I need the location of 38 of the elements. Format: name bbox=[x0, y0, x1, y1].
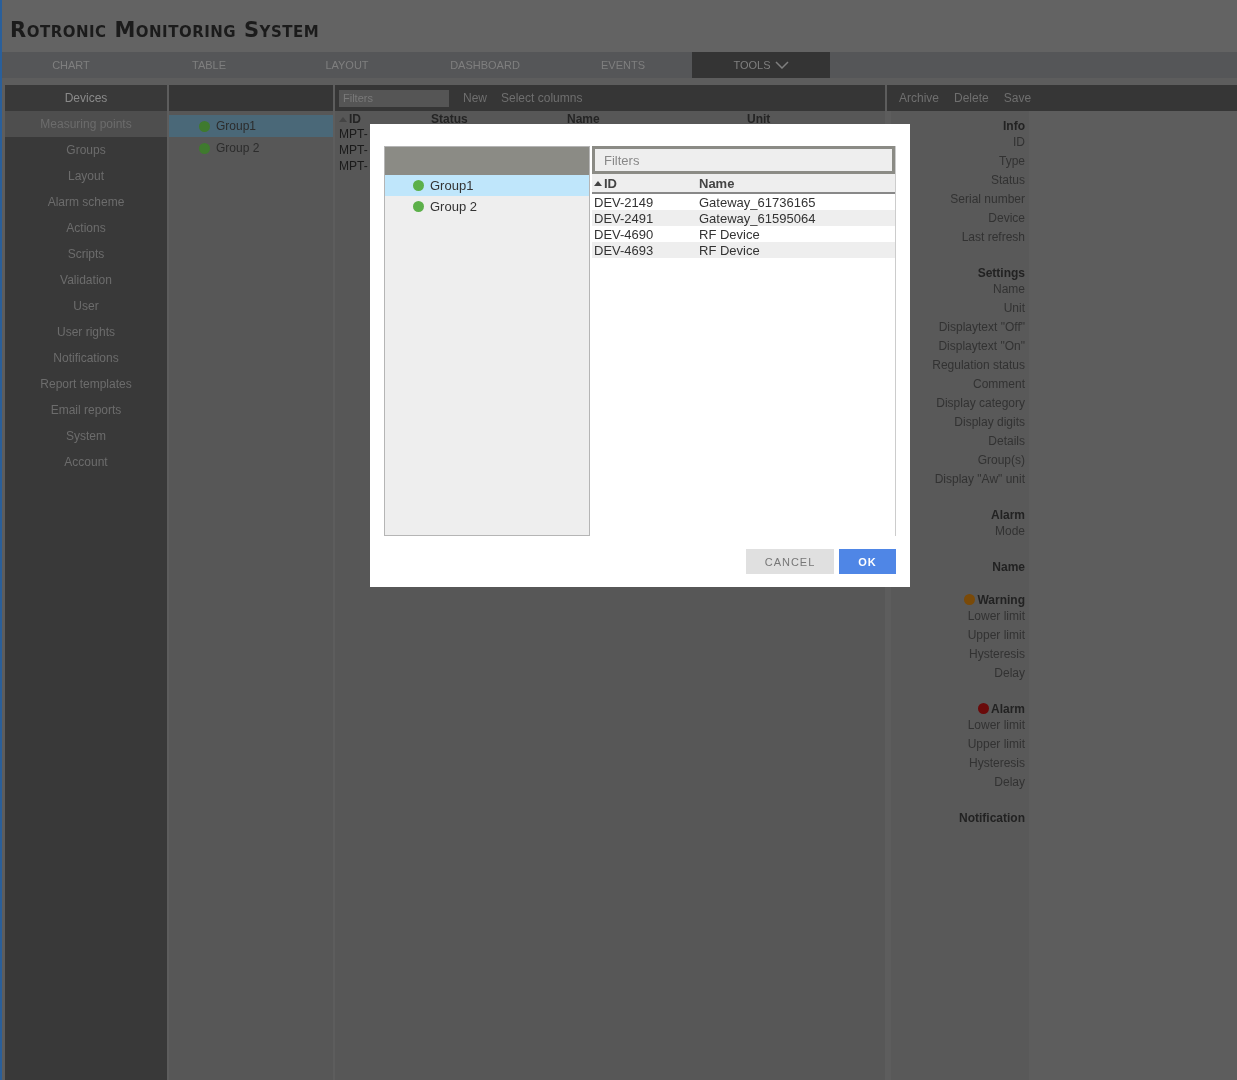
group-label: Group1 bbox=[216, 119, 257, 133]
table-cell: MPT- bbox=[339, 127, 368, 143]
cancel-button[interactable]: CANCEL bbox=[746, 549, 834, 574]
section-title: Warning bbox=[977, 592, 1025, 607]
toolbar-link[interactable]: Delete bbox=[954, 91, 989, 105]
sort-arrow-icon bbox=[594, 180, 602, 186]
nav-tab[interactable]: TOOLS bbox=[692, 52, 830, 78]
toolbar-link[interactable]: Save bbox=[1003, 91, 1032, 105]
table-cell-text: DEV-4693 bbox=[594, 242, 655, 258]
toolbar-link[interactable]: Select columns bbox=[501, 91, 583, 105]
table-cell-text: DEV-2149 bbox=[594, 194, 655, 210]
filter-field[interactable]: Filters bbox=[595, 149, 892, 171]
toolbar-link[interactable]: Archive bbox=[899, 91, 939, 105]
chevron-down-icon bbox=[774, 61, 789, 69]
table-cell-text: DEV-4690 bbox=[594, 226, 655, 242]
section-title: Notification bbox=[959, 810, 1025, 825]
table-cell-text: RF Device bbox=[699, 226, 761, 242]
group-label: Group 2 bbox=[430, 199, 477, 214]
section-title: Name bbox=[992, 559, 1025, 574]
table-cell-text: RF Device bbox=[699, 242, 761, 258]
section-title: Alarm bbox=[991, 507, 1025, 522]
group-label: Group1 bbox=[430, 178, 474, 193]
tree-item[interactable]: Group 2 bbox=[385, 196, 589, 217]
app-title: Rotronic Monitoring System bbox=[10, 18, 320, 42]
ok-button[interactable]: OK bbox=[839, 549, 896, 574]
table-cell: MPT- bbox=[339, 143, 368, 159]
group-item[interactable]: Group1 bbox=[169, 115, 333, 137]
tree-item[interactable]: Group1 bbox=[385, 175, 589, 196]
section-title: Settings bbox=[977, 265, 1025, 280]
table-cell-text: Gateway_61736165 bbox=[699, 194, 817, 210]
table-cell-text: DEV-2491 bbox=[594, 210, 655, 226]
toolbar-link[interactable]: New bbox=[463, 91, 487, 105]
section-title: Alarm bbox=[991, 701, 1025, 716]
sidebar-heading: Devices bbox=[63, 90, 109, 107]
column-header[interactable]: Name bbox=[699, 175, 735, 191]
table-cell: MPT- bbox=[339, 159, 368, 175]
column-header[interactable]: ID bbox=[604, 175, 617, 191]
table-cell-text: Gateway_61595064 bbox=[699, 210, 817, 226]
